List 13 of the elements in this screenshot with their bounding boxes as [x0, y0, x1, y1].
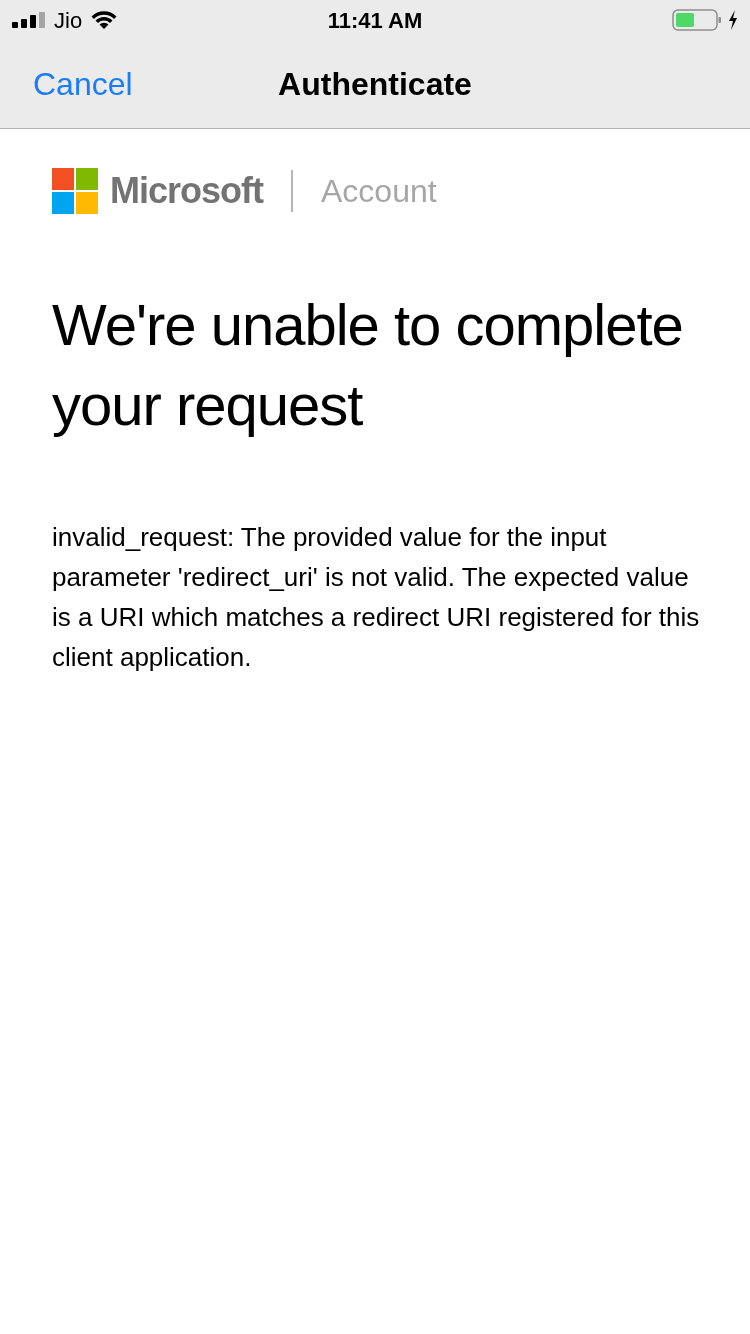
cancel-button[interactable]: Cancel — [33, 60, 133, 108]
logo-icon — [52, 168, 98, 214]
error-heading: We're unable to complete your request — [52, 291, 684, 439]
nav-title: Authenticate — [278, 65, 472, 104]
product-name: Account — [321, 172, 437, 211]
clock-time: 11:41 AM — [327, 6, 423, 35]
charging-icon — [728, 10, 738, 30]
signal-icon — [12, 12, 46, 28]
error-message: invalid_request: The provided value for the input parameter 'redirect_uri' is not valid. The expected value is a URI which matches a redirect URI registered for this client application. — [52, 521, 701, 674]
battery-icon — [672, 9, 722, 31]
carrier-name: Jio — [54, 6, 83, 35]
wifi-icon — [90, 10, 119, 30]
brand-name: Microsoft — [110, 169, 263, 213]
